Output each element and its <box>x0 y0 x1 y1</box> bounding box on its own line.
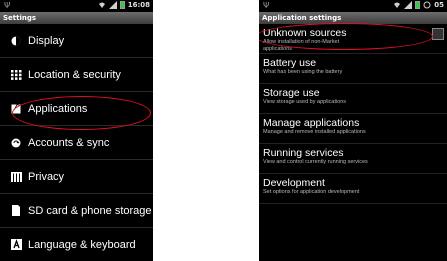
status-bar: Ψ 16:08 <box>0 0 153 12</box>
application-settings-list: Unknown sources Allow installation of no… <box>259 24 447 204</box>
alarm-icon <box>423 1 431 9</box>
settings-list: Display Location & security Applications… <box>0 24 153 261</box>
signal-icon <box>108 1 117 9</box>
setting-running-services[interactable]: Running services View and control curren… <box>259 144 447 174</box>
privacy-icon <box>6 171 26 182</box>
wifi-icon <box>394 2 401 8</box>
battery-icon <box>119 1 125 9</box>
settings-item-label: Display <box>28 34 65 47</box>
setting-summary: Manage and remove installed applications <box>263 129 366 135</box>
page-title: Settings <box>0 12 153 24</box>
page-title: Application settings <box>259 12 447 24</box>
setting-summary: What has been using the battery <box>263 69 343 75</box>
settings-item-label: Privacy <box>28 170 65 183</box>
status-clock: 05 <box>434 1 444 9</box>
setting-title: Battery use <box>263 57 317 69</box>
settings-item-label: SD card & phone storage <box>28 204 152 217</box>
wifi-icon <box>98 2 105 8</box>
settings-item-language-keyboard[interactable]: Language & keyboard <box>0 228 153 261</box>
setting-title: Unknown sources <box>263 27 347 39</box>
unknown-sources-checkbox[interactable] <box>432 28 444 40</box>
settings-item-display[interactable]: Display <box>0 24 153 58</box>
setting-title: Development <box>263 177 325 189</box>
status-clock: 16:08 <box>127 1 150 9</box>
keyboard-icon <box>6 239 26 250</box>
setting-battery-use[interactable]: Battery use What has been using the batt… <box>259 54 447 84</box>
setting-title: Running services <box>263 147 344 159</box>
display-icon <box>6 36 26 46</box>
signal-icon <box>404 1 413 9</box>
setting-title: Manage applications <box>263 117 360 129</box>
settings-item-label: Language & keyboard <box>28 238 136 251</box>
setting-unknown-sources[interactable]: Unknown sources Allow installation of no… <box>259 24 447 54</box>
application-settings-screen: Ψ 05 Application settings Unknown source… <box>259 0 447 261</box>
settings-item-sd-storage[interactable]: SD card & phone storage <box>0 194 153 228</box>
usb-icon: Ψ <box>263 1 270 10</box>
setting-manage-applications[interactable]: Manage applications Manage and remove in… <box>259 114 447 144</box>
setting-storage-use[interactable]: Storage use View storage used by applica… <box>259 84 447 114</box>
setting-development[interactable]: Development Set options for application … <box>259 174 447 204</box>
battery-icon <box>415 1 421 9</box>
usb-icon: Ψ <box>4 1 11 10</box>
setting-summary: View storage used by applications <box>263 99 347 105</box>
setting-title: Storage use <box>263 87 320 99</box>
settings-screen: Ψ 16:08 Settings Display Location & secu… <box>0 0 153 261</box>
setting-summary: Allow installation of non-Market applica… <box>263 39 340 52</box>
settings-item-label: Accounts & sync <box>28 136 110 149</box>
settings-item-accounts-sync[interactable]: Accounts & sync <box>0 126 153 160</box>
settings-item-location-security[interactable]: Location & security <box>0 58 153 92</box>
location-icon <box>6 69 26 80</box>
settings-item-applications[interactable]: Applications <box>0 92 153 126</box>
setting-summary: View and control currently running servi… <box>263 159 368 165</box>
sync-icon <box>6 138 26 148</box>
setting-summary: Set options for application development <box>263 189 360 195</box>
status-bar: Ψ 05 <box>259 0 447 12</box>
applications-icon <box>6 103 26 114</box>
settings-item-label: Location & security <box>28 68 121 81</box>
sd-card-icon <box>6 205 26 216</box>
settings-item-privacy[interactable]: Privacy <box>0 160 153 194</box>
settings-item-label: Applications <box>28 102 88 115</box>
